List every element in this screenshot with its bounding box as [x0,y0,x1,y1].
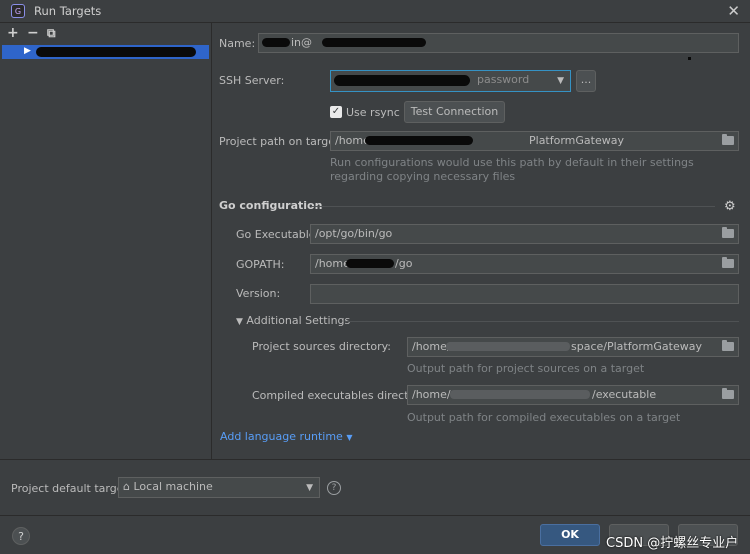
divider [0,515,750,516]
help-button[interactable]: ? [12,527,30,545]
stray-mark [688,57,691,60]
blurred-text [450,390,590,399]
gopath-value: /home [315,257,350,270]
test-connection-button[interactable]: Test Connection [404,101,505,123]
ssh-target-icon: ▶ [24,46,31,56]
question-icon[interactable]: ? [327,481,341,495]
window-title: Run Targets [34,4,102,18]
ssh-server-value: password [477,73,530,86]
add-target-icon[interactable]: + [7,25,19,41]
add-language-runtime-link[interactable]: Add language runtime ▼ [220,430,352,443]
project-path-label: Project path on target: [219,135,343,148]
folder-icon[interactable] [722,340,734,351]
project-sources-label: Project sources directory: [252,340,392,353]
name-label: Name: [219,37,256,50]
redaction-mark [365,136,473,145]
title-bar [0,0,750,23]
go-executable-value: /opt/go/bin/go [315,227,393,240]
redaction-mark [334,75,470,86]
default-target-dropdown[interactable]: ⌂ Local machine ▼ [118,477,320,498]
project-path-hint: Run configurations would use this path b… [330,156,694,183]
default-target-value: Local machine [133,480,213,493]
compiled-executables-tail: /executable [592,388,657,401]
redaction-mark [322,38,426,47]
section-divider [345,321,739,322]
remove-target-icon[interactable]: − [27,25,39,41]
project-path-tail: PlatformGateway [529,134,624,147]
targets-list-panel [0,23,212,459]
go-executable-label: Go Executable: [236,228,320,241]
go-executable-field[interactable]: /opt/go/bin/go [310,224,739,244]
go-config-section-title: Go configuration [219,199,323,212]
copy-target-icon[interactable]: ⧉ [47,26,56,41]
project-sources-tail: space/PlatformGateway [571,340,702,353]
compiled-executables-value: /home/ [412,388,451,401]
additional-settings-label: Additional Settings [246,314,351,327]
project-sources-value: /home/ [412,340,451,353]
default-target-label: Project default target: [11,482,132,495]
ok-button[interactable]: OK [540,524,600,546]
folder-icon[interactable] [722,134,734,145]
project-sources-hint: Output path for project sources on a tar… [407,362,645,375]
chevron-down-icon: ▼ [306,483,313,493]
chevron-down-icon: ▼ [346,433,353,442]
redaction-mark [262,38,290,47]
additional-settings-toggle[interactable]: ▼ Additional Settings [236,314,350,327]
section-divider [311,206,715,207]
add-language-runtime-label: Add language runtime [220,430,343,443]
ssh-configure-button[interactable]: ... [576,70,596,92]
folder-icon[interactable] [722,388,734,399]
divider [0,459,750,460]
ssh-server-label: SSH Server: [219,74,285,87]
compiled-executables-label: Compiled executables directory: [252,389,430,402]
chevron-down-icon: ▼ [557,76,564,86]
version-field[interactable] [310,284,739,304]
watermark: CSDN @拧螺丝专业户 [606,536,739,551]
name-value: in@ [291,36,313,49]
version-label: Version: [236,287,281,300]
gear-icon[interactable]: ⚙ [724,199,736,214]
use-rsync-label: Use rsync [346,106,400,119]
home-icon: ⌂ [123,480,130,493]
app-icon: G [11,4,25,18]
gopath-tail: /go [395,257,413,270]
close-icon[interactable]: ✕ [727,2,740,20]
folder-icon[interactable] [722,227,734,238]
gopath-label: GOPATH: [236,258,285,271]
compiled-executables-hint: Output path for compiled executables on … [407,411,681,424]
chevron-down-icon: ▼ [236,317,243,327]
redacted-target-name [36,47,196,57]
use-rsync-checkbox[interactable]: ✓ [330,106,342,118]
folder-icon[interactable] [722,257,734,268]
blurred-text [446,342,570,351]
redaction-mark [346,259,394,268]
